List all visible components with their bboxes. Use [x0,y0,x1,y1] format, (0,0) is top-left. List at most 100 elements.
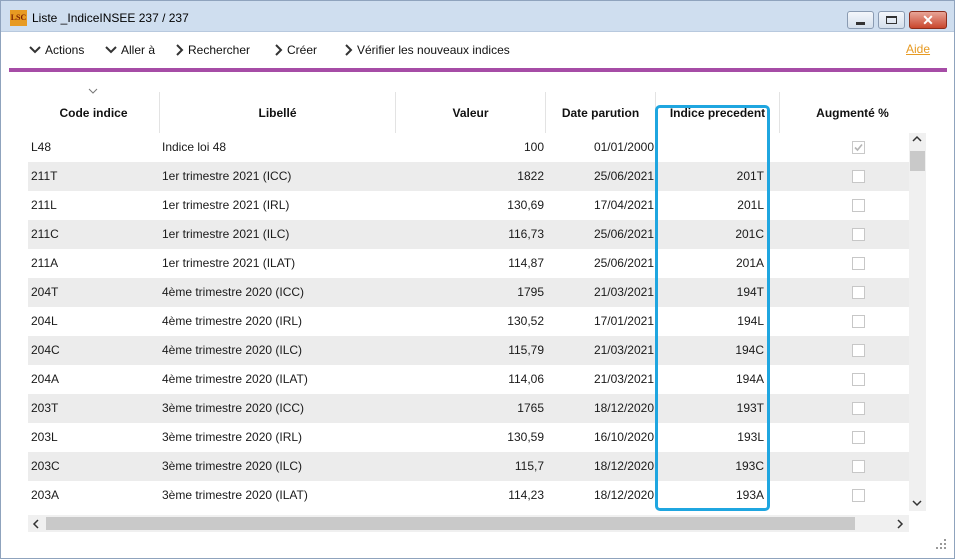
indice-precedent-cell: 194C [735,343,764,357]
augmente-checkbox[interactable] [852,373,865,386]
indice-precedent-cell: 201L [737,198,764,212]
augmente-checkbox[interactable] [852,315,865,328]
augmente-checkbox[interactable] [852,286,865,299]
table-row[interactable]: 203A 3ème trimestre 2020 (ILAT) 114,23 18/1… [28,481,925,510]
augmente-checkbox[interactable] [852,402,865,415]
indice-precedent-cell: 193A [735,488,764,502]
scroll-down-icon[interactable] [912,499,922,507]
libelle-cell: 4ème trimestre 2020 (ILC) [162,343,303,357]
libelle-cell: 3ème trimestre 2020 (ILAT) [162,488,308,502]
column-header-libelle[interactable]: Libellé [160,92,396,133]
table-row[interactable]: 203T 3ème trimestre 2020 (ICC) 1765 18/12/2… [28,394,925,423]
app-logo-icon: LSC [10,10,27,26]
code-cell: L48 [31,140,52,154]
indice-precedent-cell: 193T [736,401,764,415]
libelle-cell: 1er trimestre 2021 (ICC) [162,169,292,183]
augmente-checkbox[interactable] [852,489,865,502]
augmente-checkbox[interactable] [852,257,865,270]
libelle-cell: 3ème trimestre 2020 (IRL) [162,430,303,444]
augmente-checkbox[interactable] [852,141,865,154]
indice-precedent-cell: 201A [735,256,764,270]
indice-precedent-cell: 193C [735,459,764,473]
date-cell: 17/04/2021 [593,198,654,212]
code-cell: 204C [31,343,60,357]
table-row[interactable]: 204T 4ème trimestre 2020 (ICC) 1795 21/03/2… [28,278,925,307]
table-row[interactable]: 211T 1er trimestre 2021 (ICC) 1822 25/06/20… [28,162,925,191]
column-header-augmente[interactable]: Augmenté % [780,92,925,133]
date-cell: 18/12/2020 [593,459,654,473]
column-header-valeur[interactable]: Valeur [396,92,546,133]
maximize-button[interactable] [878,11,905,29]
checkmark-icon [854,143,863,152]
augmente-checkbox[interactable] [852,460,865,473]
libelle-cell: 4ème trimestre 2020 (ICC) [162,285,305,299]
table-row[interactable]: L48 Indice loi 48 100 01/01/2000 [28,133,925,162]
indice-precedent-cell: 193L [737,430,764,444]
libelle-cell: 3ème trimestre 2020 (ICC) [162,401,305,415]
vertical-scroll-thumb[interactable] [910,151,925,171]
valeur-cell: 130,69 [507,198,544,212]
date-cell: 21/03/2021 [593,372,654,386]
valeur-cell: 115,7 [514,459,544,473]
table-row[interactable]: 211C 1er trimestre 2021 (ILC) 116,73 25/06/… [28,220,925,249]
date-cell: 18/12/2020 [593,401,654,415]
rechercher-button[interactable]: Rechercher [176,42,250,58]
code-cell: 204A [31,372,60,386]
verifier-indices-button[interactable]: Vérifier les nouveaux indices [345,42,510,58]
column-header-code[interactable]: Code indice [28,92,160,133]
augmente-checkbox[interactable] [852,431,865,444]
minimize-icon [856,21,865,25]
chevron-down-icon [29,46,41,54]
creer-label: Créer [287,43,318,57]
libelle-cell: 4ème trimestre 2020 (IRL) [162,314,303,328]
creer-button[interactable]: Créer [275,42,317,58]
code-cell: 204L [31,314,58,328]
indice-precedent-cell: 194L [737,314,764,328]
date-cell: 16/10/2020 [593,430,654,444]
libelle-cell: 1er trimestre 2021 (ILAT) [162,256,296,270]
valeur-cell: 130,59 [507,430,544,444]
column-header-indice-precedent[interactable]: Indice precedent [656,92,780,133]
table-header: Code indice Libellé Valeur Date parution… [28,82,925,133]
valeur-cell: 114,23 [508,488,544,502]
table-row[interactable]: 204C 4ème trimestre 2020 (ILC) 115,79 21/03… [28,336,925,365]
table-row[interactable]: 204L 4ème trimestre 2020 (IRL) 130,52 17/01… [28,307,925,336]
augmente-checkbox[interactable] [852,344,865,357]
aller-a-menu[interactable]: Aller à [105,42,155,58]
horizontal-scroll-thumb[interactable] [46,517,855,530]
date-cell: 21/03/2021 [593,285,654,299]
column-header-date[interactable]: Date parution [546,92,656,133]
help-link[interactable]: Aide [906,42,930,56]
date-cell: 25/06/2021 [593,169,654,183]
indices-table: Code indice Libellé Valeur Date parution… [28,82,925,510]
close-button[interactable]: ✕ [909,11,947,29]
minimize-button[interactable] [847,11,874,29]
chevron-right-icon [345,44,353,56]
scroll-right-icon[interactable] [896,519,904,529]
date-cell: 01/01/2000 [593,140,654,154]
actions-menu[interactable]: Actions [29,42,84,58]
augmente-checkbox[interactable] [852,170,865,183]
table-row[interactable]: 203L 3ème trimestre 2020 (IRL) 130,59 16/10… [28,423,925,452]
title-bar[interactable]: LSC Liste _IndiceINSEE 237 / 237 ✕ [1,1,954,32]
code-cell: 203C [31,459,60,473]
code-cell: 203T [31,401,59,415]
rechercher-label: Rechercher [188,43,251,57]
augmente-checkbox[interactable] [852,228,865,241]
libelle-cell: 1er trimestre 2021 (IRL) [162,198,290,212]
table-row[interactable]: 204A 4ème trimestre 2020 (ILAT) 114,06 21/0… [28,365,925,394]
augmente-checkbox[interactable] [852,199,865,212]
vertical-scrollbar[interactable] [909,133,926,511]
scroll-left-icon[interactable] [32,519,40,529]
aller-a-label: Aller à [121,43,156,57]
table-row[interactable]: 211L 1er trimestre 2021 (IRL) 130,69 17/04/… [28,191,925,220]
table-row[interactable]: 211A 1er trimestre 2021 (ILAT) 114,87 25/06… [28,249,925,278]
resize-grip-icon[interactable] [934,537,948,551]
verifier-indices-label: Vérifier les nouveaux indices [357,43,510,57]
window-title: Liste _IndiceINSEE 237 / 237 [32,11,189,25]
actions-label: Actions [45,43,85,57]
table-row[interactable]: 203C 3ème trimestre 2020 (ILC) 115,7 18/12/… [28,452,925,481]
horizontal-scrollbar[interactable] [28,515,909,532]
libelle-cell: Indice loi 48 [162,140,227,154]
scroll-up-icon[interactable] [912,135,922,143]
